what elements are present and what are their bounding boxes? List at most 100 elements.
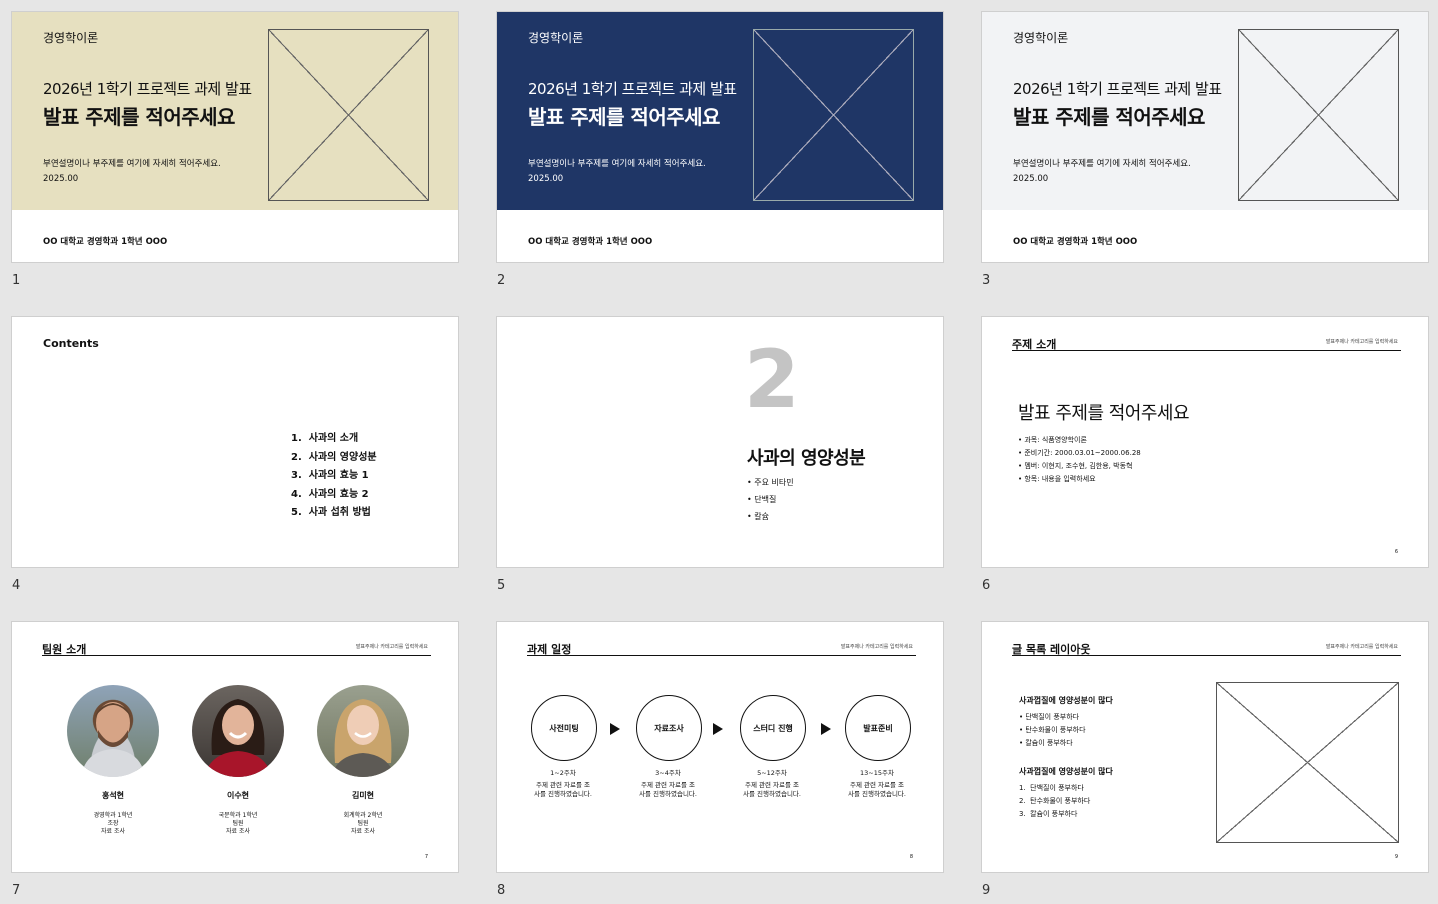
slide-number: 6 (982, 578, 991, 593)
cover-description: 부연설명이나 부주제를 여기에 자세히 적어주세요. (528, 159, 706, 169)
bullet-item: 칼슘 (747, 508, 794, 525)
arrow-right-icon (713, 723, 723, 735)
header-divider (1012, 655, 1401, 656)
page-number: 7 (424, 854, 428, 860)
slide-number: 2 (497, 273, 506, 288)
step-weeks: 13~15주차 (860, 769, 894, 777)
member-major: 회계학과 2학년 (343, 812, 383, 819)
cover-subtitle: 2026년 1학기 프로젝트 과제 발표 (1013, 80, 1222, 98)
bullet-item: 칼슘이 풍부하다 (1019, 737, 1086, 750)
member-info: 경영학과 1학년 조장 자료 조사 (63, 812, 163, 836)
bullet-item: 항목: 내용을 입력하세요 (1018, 473, 1141, 486)
member-task: 자료 조사 (101, 828, 125, 835)
cover-date: 2025.00 (1013, 174, 1049, 184)
header-subtitle: 발표주제나 카테고리를 입력하세요 (1325, 644, 1398, 650)
image-placeholder (1216, 682, 1399, 843)
cover-title: 발표 주제를 적어주세요 (43, 105, 235, 129)
slide-thumbnail-7[interactable]: 팀원 소개 발표주제나 카테고리를 입력하세요 홍석현 경영학과 1학년 조장 … (11, 621, 459, 873)
list-heading: 사과껍질에 영양성분이 많다 (1019, 696, 1113, 705)
step-circle: 사전미팅 (531, 695, 597, 761)
numbered-item: 3. 칼슘이 풍부하다 (1019, 810, 1078, 818)
arrow-right-icon (610, 723, 620, 735)
member-name: 김미현 (351, 791, 375, 800)
course-name: 경영학이론 (1013, 31, 1069, 45)
step-circle: 발표준비 (845, 695, 911, 761)
slide-number: 8 (497, 883, 506, 898)
slide-thumbnail-8[interactable]: 과제 일정 발표주제나 카테고리를 입력하세요 사전미팅 자료조사 스터디 진행… (496, 621, 944, 873)
step-description: 주제 관련 자료를 조 사를 진행하였습니다. (523, 781, 603, 799)
bullet-item: 과목: 식품영양학이론 (1018, 434, 1141, 447)
bullet-item: 멤버: 이현지, 조수현, 김한용, 박동혁 (1018, 460, 1141, 473)
cover-footer: OO 대학교 경영학과 1학년 OOO (43, 237, 168, 247)
step-desc-line: 사를 진행하였습니다. (639, 790, 697, 798)
person-silhouette-icon (331, 699, 395, 777)
numbered-item: 1. 단백질이 풍부하다 (1019, 784, 1084, 792)
slide-thumbnail-5[interactable]: 2 사과의 영양성분 주요 비타민 단백질 칼슘 (496, 316, 944, 568)
slide-number: 4 (12, 578, 21, 593)
slide-number: 7 (12, 883, 21, 898)
slide-thumbnail-4[interactable]: Contents 1. 사과의 소개 2. 사과의 영양성분 3. 사과의 효능… (11, 316, 459, 568)
member-role: 팀원 (232, 820, 244, 827)
person-silhouette-icon (81, 702, 145, 777)
step-desc-line: 사를 진행하였습니다. (534, 790, 592, 798)
page-number: 6 (1394, 549, 1398, 555)
member-name: 홍석현 (101, 791, 125, 800)
step-description: 주제 관련 자료를 조 사를 진행하였습니다. (732, 781, 812, 799)
member-role: 팀원 (357, 820, 369, 827)
contents-item: 3. 사과의 효능 1 (291, 470, 369, 481)
bullet-item: 단백질 (747, 491, 794, 508)
section-title: 사과의 영양성분 (747, 448, 866, 469)
topic-title: 발표 주제를 적어주세요 (1018, 403, 1190, 424)
step-weeks: 3~4주차 (655, 769, 681, 777)
step-desc-line: 주제 관련 자료를 조 (744, 781, 800, 789)
slide-number: 5 (497, 578, 506, 593)
step-circle: 스터디 진행 (740, 695, 806, 761)
member-major: 경영학과 1학년 (93, 812, 133, 819)
page-number: 9 (1394, 854, 1398, 860)
slide-thumbnail-2[interactable]: 경영학이론 2026년 1학기 프로젝트 과제 발표 발표 주제를 적어주세요 … (496, 11, 944, 263)
member-role: 조장 (107, 820, 119, 827)
cover-title: 발표 주제를 적어주세요 (1013, 105, 1205, 129)
step-desc-line: 사를 진행하였습니다. (848, 790, 906, 798)
step-desc-line: 사를 진행하였습니다. (743, 790, 801, 798)
step-desc-line: 주제 관련 자료를 조 (849, 781, 905, 789)
slide-thumbnail-1[interactable]: 경영학이론 2026년 1학기 프로젝트 과제 발표 발표 주제를 적어주세요 … (11, 11, 459, 263)
member-photo (67, 685, 159, 777)
bullet-item: 단백질이 풍부하다 (1019, 711, 1086, 724)
image-placeholder (268, 29, 429, 201)
cover-description: 부연설명이나 부주제를 여기에 자세히 적어주세요. (1013, 159, 1191, 169)
list-heading: 사과껍질에 영양성분이 많다 (1019, 767, 1113, 776)
cover-footer: OO 대학교 경영학과 1학년 OOO (528, 237, 653, 247)
page-number: 8 (909, 854, 913, 860)
step-description: 주제 관련 자료를 조 사를 진행하였습니다. (837, 781, 917, 799)
cover-description: 부연설명이나 부주제를 여기에 자세히 적어주세요. (43, 159, 221, 169)
slide-thumbnail-6[interactable]: 주제 소개 발표주제나 카테고리를 입력하세요 발표 주제를 적어주세요 과목:… (981, 316, 1429, 568)
header-subtitle: 발표주제나 카테고리를 입력하세요 (355, 644, 428, 650)
section-number: 2 (744, 333, 800, 426)
contents-item: 5. 사과 섭취 방법 (291, 507, 371, 518)
image-placeholder (1238, 29, 1399, 201)
member-photo (317, 685, 409, 777)
section-bullets: 주요 비타민 단백질 칼슘 (747, 474, 794, 525)
cover-footer: OO 대학교 경영학과 1학년 OOO (1013, 237, 1138, 247)
bullet-item: 준비기간: 2000.03.01~2000.06.28 (1018, 447, 1140, 460)
step-circle: 자료조사 (636, 695, 702, 761)
step-description: 주제 관련 자료를 조 사를 진행하였습니다. (628, 781, 708, 799)
header-divider (1012, 350, 1401, 351)
member-major: 국문학과 1학년 (218, 812, 258, 819)
slide-thumbnail-3[interactable]: 경영학이론 2026년 1학기 프로젝트 과제 발표 발표 주제를 적어주세요 … (981, 11, 1429, 263)
header-divider (42, 655, 431, 656)
header-subtitle: 발표주제나 카테고리를 입력하세요 (840, 644, 913, 650)
bullet-item: 주요 비타민 (747, 474, 793, 491)
contents-item: 2. 사과의 영양성분 (291, 451, 377, 463)
cover-date: 2025.00 (43, 174, 79, 184)
cover-date: 2025.00 (528, 174, 564, 184)
member-info: 회계학과 2학년 팀원 자료 조사 (313, 812, 413, 836)
slide-number: 1 (12, 273, 21, 288)
step-weeks: 1~2주차 (550, 769, 576, 777)
numbered-list: 1. 단백질이 풍부하다 2. 탄수화물이 풍부하다 3. 칼슘이 풍부하다 (1019, 782, 1090, 821)
topic-bullets: 과목: 식품영양학이론 준비기간: 2000.03.01~2000.06.28 … (1018, 434, 1141, 486)
step-desc-line: 주제 관련 자료를 조 (535, 781, 591, 789)
slide-thumbnail-9[interactable]: 글 목록 레이아웃 발표주제나 카테고리를 입력하세요 사과껍질에 영양성분이 … (981, 621, 1429, 873)
step-desc-line: 주제 관련 자료를 조 (640, 781, 696, 789)
